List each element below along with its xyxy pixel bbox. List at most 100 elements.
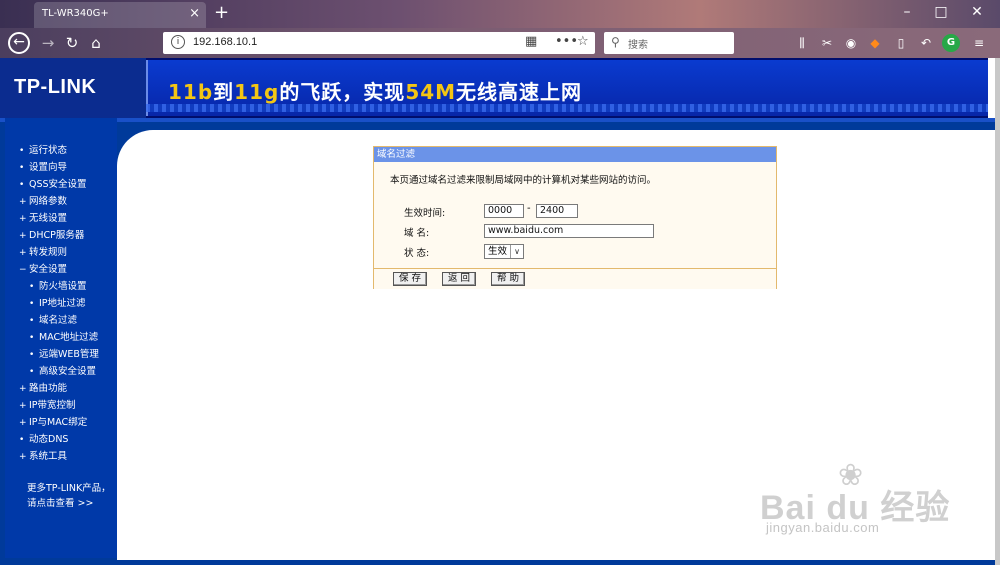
- browser-tab[interactable]: TL-WR340G+ ×: [34, 2, 206, 28]
- status-select[interactable]: 生效 ∨: [484, 244, 524, 259]
- bullet-icon: +: [19, 452, 27, 462]
- panel-footer: 保 存 返 回 帮 助: [374, 269, 776, 289]
- time-start-input[interactable]: 0000: [484, 204, 524, 218]
- page-edge: [995, 58, 1000, 565]
- bullet-icon: +: [19, 231, 27, 241]
- info-icon[interactable]: i: [171, 35, 185, 49]
- bullet-icon: +: [19, 401, 27, 411]
- bullet-icon: •: [19, 163, 25, 173]
- bullet-icon: •: [29, 282, 35, 292]
- sidebar-item-label: 域名过滤: [39, 315, 78, 326]
- minimize-button[interactable]: –: [892, 4, 922, 20]
- sidebar-item[interactable]: + 无线设置: [19, 210, 99, 227]
- domain-input[interactable]: www.baidu.com: [484, 224, 654, 238]
- bullet-icon: •: [29, 299, 35, 309]
- sidebar-item-label: 运行状态: [29, 145, 68, 156]
- sidebar-item-label: 转发规则: [29, 247, 68, 258]
- status-select-value: 生效: [488, 246, 508, 257]
- footer-line[interactable]: 请点击查看 >>: [27, 496, 111, 511]
- banner-divider: [0, 118, 1000, 122]
- sidebar-item-label: 动态DNS: [29, 434, 69, 445]
- sidebar-item[interactable]: • 域名过滤: [19, 312, 99, 329]
- g-extension-icon[interactable]: G: [942, 34, 960, 52]
- sidebar-item[interactable]: + IP与MAC绑定: [19, 414, 99, 431]
- bullet-icon: +: [19, 214, 27, 224]
- bullet-icon: •: [29, 350, 35, 360]
- back-arrow-icon[interactable]: ←: [8, 32, 30, 54]
- slogan-part: 11g: [234, 80, 280, 104]
- url-text[interactable]: 192.168.10.1: [193, 36, 257, 48]
- screenshot-icon[interactable]: ✂: [818, 34, 836, 52]
- browser-titlebar: TL-WR340G+ × + – □ ✕: [0, 0, 1000, 28]
- sidebar-item[interactable]: + 路由功能: [19, 380, 99, 397]
- save-button[interactable]: 保 存: [393, 272, 427, 286]
- sidebar-item[interactable]: • 高级安全设置: [19, 363, 99, 380]
- address-bar[interactable]: i 192.168.10.1 ▦ ••• ☆: [163, 32, 595, 54]
- sidebar-item-label: IP与MAC绑定: [29, 417, 88, 428]
- library-icon[interactable]: ⫼: [793, 34, 811, 52]
- chevron-down-icon[interactable]: ∨: [510, 245, 523, 258]
- slogan: 11b到11g的飞跃，实现54M无线高速上网: [168, 76, 582, 105]
- bullet-icon: •: [29, 333, 35, 343]
- more-products-link[interactable]: 更多TP-LINK产品， 请点击查看 >>: [27, 481, 111, 511]
- panel-description: 本页通过域名过滤来限制局域网中的计算机对某些网站的访问。: [390, 175, 657, 186]
- home-icon[interactable]: ⌂: [84, 32, 108, 54]
- bullet-icon: •: [29, 367, 35, 377]
- sidebar-item[interactable]: • 动态DNS: [19, 431, 99, 448]
- sidebar-item-label: DHCP服务器: [29, 230, 85, 241]
- undo-icon[interactable]: ↶: [917, 34, 935, 52]
- sidebar-item-label: 路由功能: [29, 383, 68, 394]
- sidebar-item-label: 系统工具: [29, 451, 68, 462]
- new-tab-button[interactable]: +: [214, 2, 229, 23]
- logo-text: TP-LINK: [14, 76, 97, 98]
- footer-line[interactable]: 更多TP-LINK产品，: [27, 481, 111, 496]
- bullet-icon: •: [19, 435, 25, 445]
- maximize-button[interactable]: □: [926, 4, 956, 20]
- sidebar-item[interactable]: + 网络参数: [19, 193, 99, 210]
- sidebar-item-label: MAC地址过滤: [39, 332, 99, 343]
- sidebar-item-label: 远端WEB管理: [39, 349, 99, 360]
- sidebar-item-label: 高级安全设置: [39, 366, 97, 377]
- bullet-icon: +: [19, 418, 27, 428]
- window-close-button[interactable]: ✕: [962, 4, 992, 20]
- browser-navbar: ← → ↻ ⌂ i 192.168.10.1 ▦ ••• ☆ ⚲ 搜索 ⫼ ✂ …: [0, 28, 1000, 58]
- sidebar-item[interactable]: • MAC地址过滤: [19, 329, 99, 346]
- sidebar-item-label: 设置向导: [29, 162, 68, 173]
- back-button[interactable]: 返 回: [442, 272, 476, 286]
- sidebar-item-label: IP地址过滤: [39, 298, 86, 309]
- sidebar-item-label: 无线设置: [29, 213, 68, 224]
- more-actions-icon[interactable]: •••: [555, 34, 578, 49]
- qr-code-icon[interactable]: ▦: [525, 34, 537, 49]
- bullet-icon: −: [19, 265, 27, 275]
- sidebar-item-label: 网络参数: [29, 196, 68, 207]
- tab-title: TL-WR340G+: [42, 8, 109, 19]
- forward-arrow-icon[interactable]: →: [36, 32, 60, 54]
- sidebar-item[interactable]: + 系统工具: [19, 448, 99, 465]
- sidebar-item[interactable]: • 远端WEB管理: [19, 346, 99, 363]
- sidebar-item-label: 防火墙设置: [39, 281, 87, 292]
- bookmark-star-icon[interactable]: ☆: [577, 34, 589, 49]
- help-button[interactable]: 帮 助: [491, 272, 525, 286]
- panel-body: 本页通过域名过滤来限制局域网中的计算机对某些网站的访问。 生效时间: 0000 …: [374, 162, 776, 269]
- sidebar-item[interactable]: • QSS安全设置: [19, 176, 99, 193]
- sidebar-item[interactable]: + 转发规则: [19, 244, 99, 261]
- sidebar-item[interactable]: • 设置向导: [19, 159, 99, 176]
- slogan-part: 的飞跃，实现: [279, 80, 406, 104]
- sidebar-item[interactable]: − 安全设置: [19, 261, 99, 278]
- menu-icon[interactable]: ≡: [970, 34, 988, 52]
- sidebar-item[interactable]: • IP地址过滤: [19, 295, 99, 312]
- fox-extension-icon[interactable]: ◆: [866, 34, 884, 52]
- sidebar-item[interactable]: • 运行状态: [19, 142, 99, 159]
- chat-icon[interactable]: ◉: [842, 34, 860, 52]
- banner-stripe: [146, 104, 988, 112]
- status-label: 状 态:: [404, 248, 430, 259]
- tab-close-icon[interactable]: ×: [189, 6, 200, 21]
- search-input[interactable]: ⚲ 搜索: [604, 32, 734, 54]
- time-label: 生效时间:: [404, 208, 446, 219]
- sidebar-item[interactable]: • 防火墙设置: [19, 278, 99, 295]
- sidebar-item[interactable]: + IP带宽控制: [19, 397, 99, 414]
- time-end-input[interactable]: 2400: [536, 204, 578, 218]
- sidebar-item[interactable]: + DHCP服务器: [19, 227, 99, 244]
- sidebar-toggle-icon[interactable]: ▯: [892, 34, 910, 52]
- reload-icon[interactable]: ↻: [60, 32, 84, 54]
